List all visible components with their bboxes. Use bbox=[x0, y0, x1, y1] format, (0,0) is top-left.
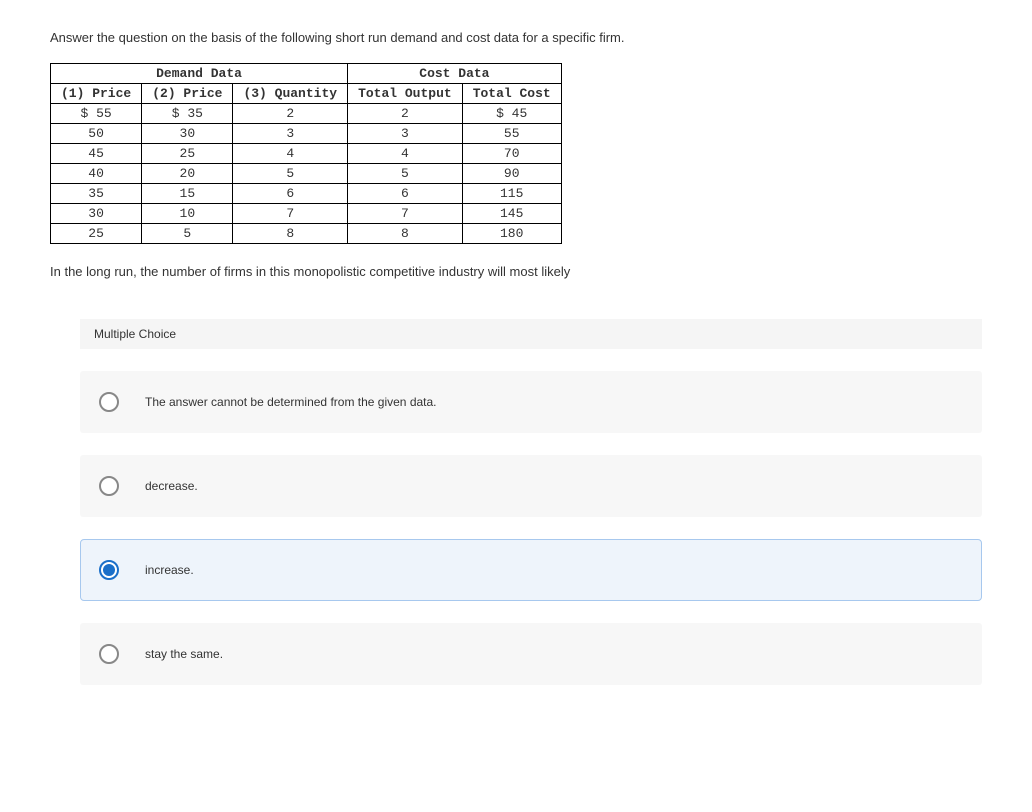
cell: 40 bbox=[51, 164, 142, 184]
choice-text: increase. bbox=[145, 563, 194, 577]
cell: 25 bbox=[142, 144, 233, 164]
cell: 90 bbox=[462, 164, 561, 184]
cell: $ 55 bbox=[51, 104, 142, 124]
radio-icon bbox=[99, 392, 119, 412]
radio-icon bbox=[99, 476, 119, 496]
cell: $ 45 bbox=[462, 104, 561, 124]
cell: 145 bbox=[462, 204, 561, 224]
multiple-choice-container: Multiple Choice The answer cannot be det… bbox=[80, 319, 982, 685]
choice-option[interactable]: increase. bbox=[80, 539, 982, 601]
cell: 8 bbox=[348, 224, 463, 244]
cell: 10 bbox=[142, 204, 233, 224]
cell: 7 bbox=[233, 204, 348, 224]
table-row: 25 5 8 8 180 bbox=[51, 224, 562, 244]
table-row: 40 20 5 5 90 bbox=[51, 164, 562, 184]
cell: 25 bbox=[51, 224, 142, 244]
cell: 30 bbox=[51, 204, 142, 224]
choice-text: The answer cannot be determined from the… bbox=[145, 395, 437, 409]
cell: 3 bbox=[348, 124, 463, 144]
cell: 35 bbox=[51, 184, 142, 204]
cell: 4 bbox=[348, 144, 463, 164]
question-intro: Answer the question on the basis of the … bbox=[50, 30, 982, 45]
choice-option[interactable]: stay the same. bbox=[80, 623, 982, 685]
col-cost: Total Cost bbox=[462, 84, 561, 104]
cell: 6 bbox=[233, 184, 348, 204]
cell: 5 bbox=[233, 164, 348, 184]
table-row: 50 30 3 3 55 bbox=[51, 124, 562, 144]
table-row: 35 15 6 6 115 bbox=[51, 184, 562, 204]
choice-option[interactable]: decrease. bbox=[80, 455, 982, 517]
cell: $ 35 bbox=[142, 104, 233, 124]
cell: 7 bbox=[348, 204, 463, 224]
radio-icon bbox=[99, 560, 119, 580]
mc-label: Multiple Choice bbox=[80, 319, 982, 349]
col-output: Total Output bbox=[348, 84, 463, 104]
sub-question: In the long run, the number of firms in … bbox=[50, 264, 982, 279]
table-row: 30 10 7 7 145 bbox=[51, 204, 562, 224]
cell: 55 bbox=[462, 124, 561, 144]
cell: 15 bbox=[142, 184, 233, 204]
cell: 180 bbox=[462, 224, 561, 244]
table-row: 45 25 4 4 70 bbox=[51, 144, 562, 164]
cell: 3 bbox=[233, 124, 348, 144]
cell: 5 bbox=[348, 164, 463, 184]
cell: 30 bbox=[142, 124, 233, 144]
table-row: $ 55 $ 35 2 2 $ 45 bbox=[51, 104, 562, 124]
radio-icon bbox=[99, 644, 119, 664]
choice-text: stay the same. bbox=[145, 647, 223, 661]
cell: 50 bbox=[51, 124, 142, 144]
choice-text: decrease. bbox=[145, 479, 198, 493]
cell: 8 bbox=[233, 224, 348, 244]
data-table: Demand Data Cost Data (1) Price (2) Pric… bbox=[50, 63, 562, 244]
cell: 115 bbox=[462, 184, 561, 204]
cell: 6 bbox=[348, 184, 463, 204]
cell: 70 bbox=[462, 144, 561, 164]
cell: 45 bbox=[51, 144, 142, 164]
col-price2: (2) Price bbox=[142, 84, 233, 104]
header-cost: Cost Data bbox=[348, 64, 562, 84]
cell: 5 bbox=[142, 224, 233, 244]
cell: 2 bbox=[348, 104, 463, 124]
choice-option[interactable]: The answer cannot be determined from the… bbox=[80, 371, 982, 433]
cell: 20 bbox=[142, 164, 233, 184]
cell: 2 bbox=[233, 104, 348, 124]
col-quantity: (3) Quantity bbox=[233, 84, 348, 104]
col-price1: (1) Price bbox=[51, 84, 142, 104]
header-demand: Demand Data bbox=[51, 64, 348, 84]
cell: 4 bbox=[233, 144, 348, 164]
